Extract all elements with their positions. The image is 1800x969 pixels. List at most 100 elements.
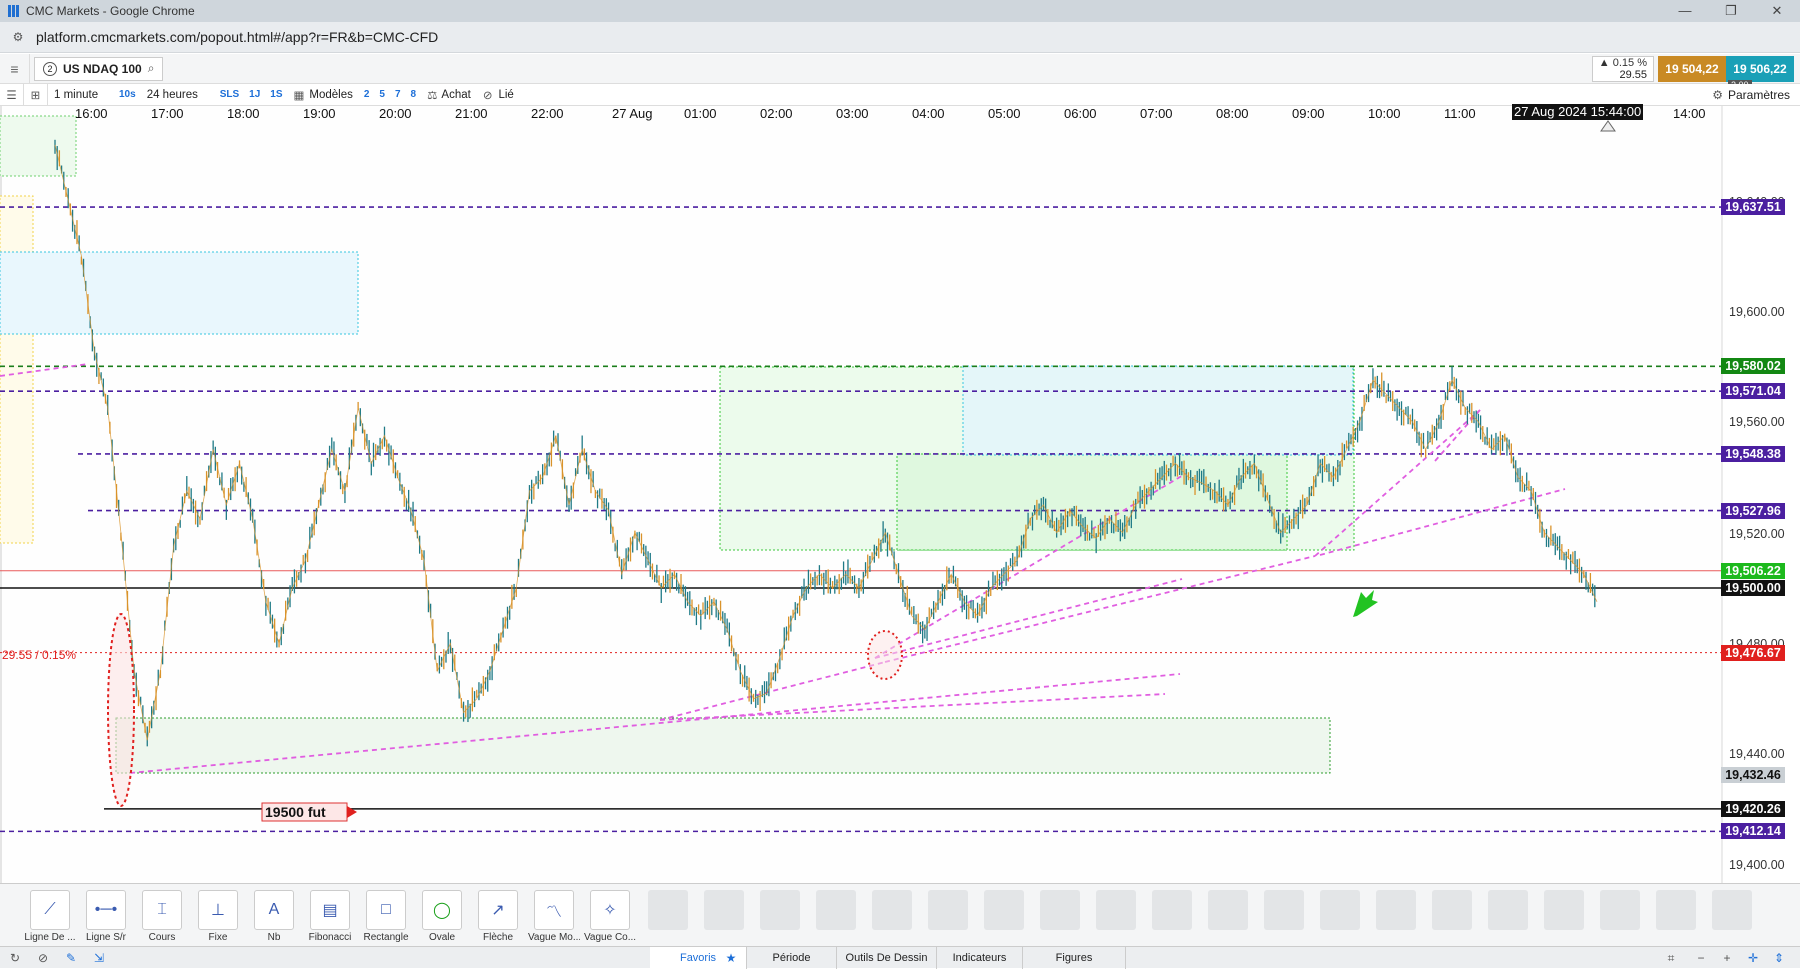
cmc-app-icon	[8, 5, 20, 17]
empty-tool-slot[interactable]	[1152, 890, 1192, 930]
empty-tool-slot[interactable]	[1096, 890, 1136, 930]
interval-select[interactable]: 1 minute	[48, 84, 114, 106]
empty-tool-slot[interactable]	[1600, 890, 1640, 930]
empty-tool-slot[interactable]	[1712, 890, 1752, 930]
empty-tool-slot[interactable]	[1432, 890, 1472, 930]
oval-tool[interactable]: ◯ Ovale	[416, 890, 468, 943]
browser-titlebar: CMC Markets - Google Chrome — ❐ ✕	[0, 0, 1800, 22]
window-title: CMC Markets - Google Chrome	[26, 4, 195, 18]
site-settings-icon[interactable]: ⚙	[8, 27, 28, 47]
rectangle-icon: □	[381, 901, 391, 918]
layout-5-button[interactable]: 5	[374, 89, 390, 100]
price-tick: 19,520.00	[1729, 527, 1785, 541]
yellow-zone[interactable]	[0, 195, 34, 544]
cursor-icon[interactable]: ⇲	[88, 947, 110, 969]
empty-tool-slot[interactable]	[1656, 890, 1696, 930]
empty-tool-slot[interactable]	[1264, 890, 1304, 930]
green-zone-bottom[interactable]	[115, 717, 1331, 774]
rectangle-tool[interactable]: □ Rectangle	[360, 890, 412, 943]
minimize-button[interactable]: —	[1662, 0, 1708, 22]
price-level-label: 19,548.38	[1721, 445, 1785, 462]
restore-button[interactable]: ❐	[1708, 0, 1754, 22]
wave-count-icon: ✧	[603, 902, 617, 919]
fut-label[interactable]: 19500 fut	[261, 802, 357, 822]
empty-tool-slot[interactable]	[872, 890, 912, 930]
interval-10s-button[interactable]: 10s	[114, 89, 141, 100]
change-points: 29.55	[1619, 69, 1647, 81]
empty-tool-slot[interactable]	[648, 890, 688, 930]
arrow-tool[interactable]: ↗ Flèche	[472, 890, 524, 943]
green-zone-top-left[interactable]	[0, 115, 77, 177]
models-button[interactable]: ▦ Modèles	[288, 84, 359, 106]
period-select[interactable]: 24 heures	[141, 84, 215, 106]
sell-price-button[interactable]: 19 504,22	[1658, 56, 1726, 82]
tab-period[interactable]: Période	[746, 947, 836, 969]
layout-2-button[interactable]: 2	[359, 89, 375, 100]
close-window-button[interactable]: ✕	[1754, 0, 1800, 22]
price-tool[interactable]: ⌶ Cours	[136, 890, 188, 943]
empty-tool-slot[interactable]	[928, 890, 968, 930]
layout-8-button[interactable]: 8	[406, 89, 422, 100]
trend-line-tool[interactable]: ⟋ Ligne De ...	[24, 890, 76, 943]
cyan-zone-top[interactable]	[0, 251, 359, 335]
price-tick: 19,440.00	[1729, 747, 1785, 761]
fut-label-text: 19500 fut	[265, 804, 326, 820]
price-level-label: 19,432.46	[1721, 767, 1785, 784]
instrument-selector[interactable]: 2 US NDAQ 100 ⌕	[34, 56, 164, 81]
price-icon: ⌶	[157, 901, 167, 918]
no-entry-icon[interactable]: ⊘	[32, 947, 54, 969]
tab-figures[interactable]: Figures	[1022, 947, 1126, 969]
linked-label: Lié	[498, 88, 514, 101]
sls-button[interactable]: SLS	[215, 89, 244, 100]
empty-tool-slot[interactable]	[1208, 890, 1248, 930]
refresh-icon[interactable]: ↻	[4, 947, 26, 969]
wave-tool[interactable]: 〽 Vague Mo...	[528, 890, 580, 943]
period-1j-button[interactable]: 1J	[244, 89, 265, 100]
url-text[interactable]: platform.cmcmarkets.com/popout.html#/app…	[36, 29, 438, 45]
red-ellipse-mid[interactable]	[867, 630, 903, 680]
empty-tool-slot[interactable]	[816, 890, 856, 930]
models-icon: ▦	[293, 89, 305, 102]
fixed-tool[interactable]: ⊥ Fixe	[192, 890, 244, 943]
red-ellipse-low[interactable]	[107, 613, 135, 807]
drawing-tools-bar: ⟋ Ligne De ... •─• Ligne S/r ⌶ Cours ⊥ Fixe A Nb ▤…	[0, 883, 1800, 946]
fit-vertical-icon[interactable]: ⇕	[1768, 947, 1790, 969]
pencil-icon[interactable]: ✎	[60, 947, 82, 969]
empty-tool-slot[interactable]	[1376, 890, 1416, 930]
tab-drawing-tools[interactable]: Outils De Dessin	[836, 947, 936, 969]
empty-tool-slot[interactable]	[1320, 890, 1360, 930]
layout-7-button[interactable]: 7	[390, 89, 406, 100]
trend-line-icon: ⟋	[44, 901, 56, 918]
text-tool[interactable]: A Nb	[248, 890, 300, 943]
settings-button[interactable]: ⚙ Paramètres	[1712, 84, 1790, 106]
star-icon[interactable]: ★	[720, 947, 742, 969]
tool-label: Rectangle	[363, 932, 409, 943]
empty-tool-slot[interactable]	[1040, 890, 1080, 930]
price-chart[interactable]: 19500 fut 29.55 / 0.15%	[0, 106, 1800, 883]
crosshair-icon[interactable]: ✛	[1742, 947, 1764, 969]
list-view-icon[interactable]: ☰	[0, 83, 24, 106]
linked-toggle[interactable]: ⊘ Lié	[477, 84, 520, 106]
sr-line-tool[interactable]: •─• Ligne S/r	[80, 890, 132, 943]
crop-icon[interactable]: ⌗	[1660, 947, 1682, 969]
hamburger-menu-icon[interactable]: ≡	[0, 53, 30, 84]
fibonacci-tool[interactable]: ▤ Fibonacci	[304, 890, 356, 943]
search-icon[interactable]: ⌕	[148, 61, 155, 76]
empty-tool-slot[interactable]	[704, 890, 744, 930]
empty-tool-slot[interactable]	[1488, 890, 1528, 930]
wave-count-tool[interactable]: ✧ Vague Co...	[584, 890, 636, 943]
cyan-zone-mid[interactable]	[962, 365, 1354, 456]
buy-price-button[interactable]: 19 506,22 2.00	[1726, 56, 1794, 90]
tool-label: Ovale	[428, 932, 456, 943]
zoom-in-icon[interactable]: +	[1716, 947, 1738, 969]
buy-toggle[interactable]: ⚖ Achat	[421, 84, 477, 106]
layout-grid-icon[interactable]: ⊞	[24, 83, 48, 106]
period-1s-button[interactable]: 1S	[265, 89, 287, 100]
empty-tool-slot[interactable]	[984, 890, 1024, 930]
zoom-out-icon[interactable]: −	[1690, 947, 1712, 969]
empty-tool-slot[interactable]	[1544, 890, 1584, 930]
empty-tool-slot[interactable]	[760, 890, 800, 930]
instrument-toolbar: ≡ 2 US NDAQ 100 ⌕ ▲ 0.15 % 29.55 19 504,…	[0, 53, 1800, 90]
tab-indicators[interactable]: Indicateurs	[936, 947, 1022, 969]
oval-icon: ◯	[433, 902, 451, 919]
